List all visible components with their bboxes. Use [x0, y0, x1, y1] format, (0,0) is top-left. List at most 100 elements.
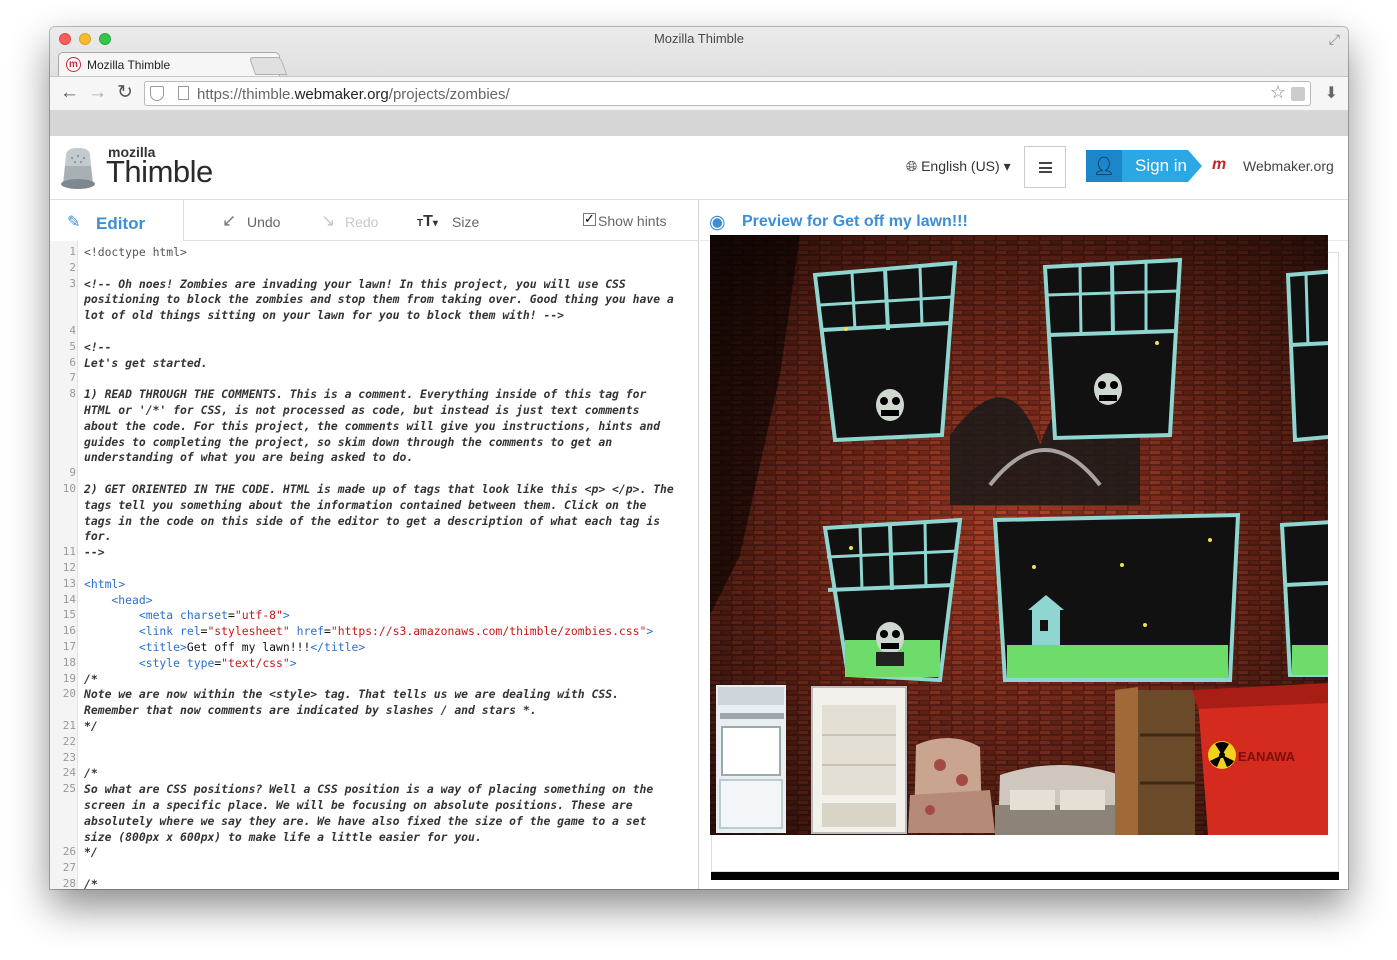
- bookmarks-bar: [50, 111, 1348, 136]
- title-bar: Mozilla Thimble ⤢ m Mozilla Thimble ← → …: [50, 27, 1348, 136]
- webmaker-logo-icon[interactable]: m: [1212, 156, 1226, 174]
- code-line[interactable]: for.: [84, 529, 111, 543]
- window-title: Mozilla Thimble: [653, 31, 745, 46]
- thimble-logo-icon[interactable]: [58, 146, 98, 190]
- wooden-cabinet[interactable]: [1115, 687, 1195, 835]
- code-line[interactable]: /*: [84, 877, 98, 889]
- undo-button[interactable]: Undo: [247, 214, 280, 230]
- code-token: "utf-8": [234, 608, 283, 623]
- code-line[interactable]: <link rel="stylesheet" href="https://s3.…: [84, 624, 653, 638]
- line-number: 12: [62, 561, 76, 574]
- undo-icon[interactable]: ↙: [222, 211, 236, 231]
- code-line[interactable]: <style type="text/css">: [84, 656, 297, 670]
- code-token: </title>: [310, 640, 366, 654]
- big-window-center: [992, 512, 1241, 682]
- redo-button[interactable]: Redo: [345, 214, 378, 230]
- logo-thimble-text: Thimble: [106, 154, 213, 189]
- line-number: 6: [69, 355, 76, 369]
- preview-title: Preview for Get off my lawn!!!: [742, 213, 968, 230]
- code-line[interactable]: */: [84, 719, 98, 733]
- code-line[interactable]: Note we are now within the <style> tag. …: [84, 687, 619, 701]
- code-token: >: [282, 608, 290, 623]
- bookmark-star-icon[interactable]: ☆: [1270, 82, 1286, 103]
- menu-button[interactable]: [1024, 146, 1066, 188]
- code-line[interactable]: Let's get started.: [84, 356, 207, 370]
- show-hints-checkbox[interactable]: ✓: [583, 212, 596, 226]
- line-number: 17: [62, 640, 76, 653]
- code-line[interactable]: tags in the code on this side of the edi…: [84, 514, 660, 528]
- page-icon: [178, 86, 189, 100]
- redo-icon[interactable]: ↘: [321, 211, 335, 231]
- window-top-right: [1285, 269, 1328, 443]
- back-arrow-icon[interactable]: ←: [60, 82, 79, 104]
- line-number: 28: [62, 877, 76, 889]
- code-line[interactable]: */: [84, 845, 98, 859]
- code-line[interactable]: <!-- Oh noes! Zombies are invading your …: [84, 277, 626, 291]
- language-selector[interactable]: 🌐︎ English (US) ▾: [906, 158, 1011, 175]
- font-size-icon[interactable]: TT▾: [417, 211, 438, 231]
- code-line[interactable]: HTML or '/*' for CSS, is not processed a…: [84, 403, 639, 417]
- code-line[interactable]: tags tell you something about the inform…: [84, 498, 646, 512]
- line-number: 10: [62, 482, 76, 495]
- code-line[interactable]: -->: [84, 545, 105, 559]
- address-bar[interactable]: https://thimble.webmaker.org/projects/zo…: [144, 81, 1311, 106]
- hazard-dumpster[interactable]: EANAWA: [1192, 683, 1328, 835]
- extension-icon[interactable]: [1291, 87, 1305, 101]
- browser-tab[interactable]: m Mozilla Thimble: [58, 52, 280, 76]
- code-editor[interactable]: 1 <!doctype html> 2 3 <!-- Oh noes! Zombies …: [50, 241, 698, 889]
- code-line[interactable]: screen in a specific place. We will be f…: [84, 798, 633, 812]
- code-line[interactable]: about the code. For this project, the co…: [84, 419, 660, 433]
- code-line[interactable]: <head>: [84, 593, 152, 607]
- url-text[interactable]: https://thimble.webmaker.org/projects/zo…: [197, 86, 510, 103]
- line-number: 16: [62, 624, 76, 638]
- code-line[interactable]: guides to completing the project, so ski…: [84, 435, 612, 449]
- code-line[interactable]: <!--: [84, 340, 111, 354]
- reload-icon[interactable]: ↻: [117, 82, 133, 104]
- line-number: 7: [69, 371, 76, 385]
- code-token: "https://s3.amazonaws.com/thimble/zombie…: [330, 624, 647, 639]
- code-token: "stylesheet": [207, 624, 290, 639]
- editor-tab[interactable]: ✎ Editor: [50, 200, 184, 241]
- shield-icon[interactable]: [150, 86, 164, 101]
- size-button[interactable]: Size: [452, 214, 479, 230]
- webmaker-link[interactable]: Webmaker.org: [1243, 158, 1334, 174]
- fridge[interactable]: [811, 686, 907, 834]
- preview-pane: ◉ Preview for Get off my lawn!!! EANAWA: [700, 200, 1348, 889]
- zombie-game-scene[interactable]: EANAWA: [710, 235, 1328, 835]
- code-token: type: [186, 655, 215, 670]
- code-line[interactable]: <meta charset="utf-8">: [84, 608, 290, 622]
- code-line[interactable]: understanding of what you are being aske…: [84, 450, 413, 464]
- code-line[interactable]: /*: [84, 766, 98, 780]
- couch[interactable]: [995, 765, 1125, 835]
- code-line[interactable]: lot of old things sitting on your lawn f…: [84, 308, 564, 322]
- code-line[interactable]: /*: [84, 672, 98, 686]
- line-number: 18: [62, 655, 76, 669]
- code-line[interactable]: So what are CSS positions? Well a CSS po…: [84, 782, 653, 796]
- code-line[interactable]: <!doctype html>: [84, 245, 187, 259]
- line-number: 5: [69, 339, 76, 353]
- code-line[interactable]: 1) READ THROUGH THE COMMENTS. This is a …: [84, 387, 646, 401]
- code-line[interactable]: Remember that now comments are indicated…: [84, 703, 537, 717]
- code-token: rel: [180, 624, 201, 639]
- code-line[interactable]: size (800px x 600px) to make life a litt…: [84, 830, 482, 844]
- code-line[interactable]: <title>Get off my lawn!!!</title>: [84, 640, 365, 654]
- code-token: <title>: [84, 640, 187, 654]
- fullscreen-icon[interactable]: ⤢: [1329, 31, 1340, 48]
- code-line[interactable]: <html>: [84, 577, 125, 591]
- new-tab-button[interactable]: [248, 57, 288, 75]
- code-line[interactable]: 2) GET ORIENTED IN THE CODE. HTML is mad…: [84, 482, 674, 496]
- dumpster-text: EANAWA: [1238, 749, 1296, 764]
- code-token: <meta: [84, 608, 181, 623]
- code-line[interactable]: positioning to block the zombies and sto…: [84, 292, 674, 306]
- code-line[interactable]: absolutely where we say they are. We hav…: [84, 814, 646, 828]
- browser-window: Mozilla Thimble ⤢ m Mozilla Thimble ← → …: [50, 27, 1348, 889]
- download-arrow-icon[interactable]: ⬇: [1325, 83, 1338, 103]
- stove[interactable]: [716, 685, 786, 833]
- sign-in-button[interactable]: 👤︎ Sign in: [1086, 150, 1202, 182]
- line-number: 19: [62, 671, 76, 685]
- code-token: "text/css": [221, 655, 290, 670]
- line-number: 25: [62, 782, 76, 796]
- forward-arrow-icon[interactable]: →: [88, 82, 107, 104]
- editor-toolbar: ✎ Editor ↙ Undo ↘ Redo TT▾ Size ✓ Show h…: [50, 200, 698, 241]
- code-token: Get off my lawn!!!: [186, 640, 311, 654]
